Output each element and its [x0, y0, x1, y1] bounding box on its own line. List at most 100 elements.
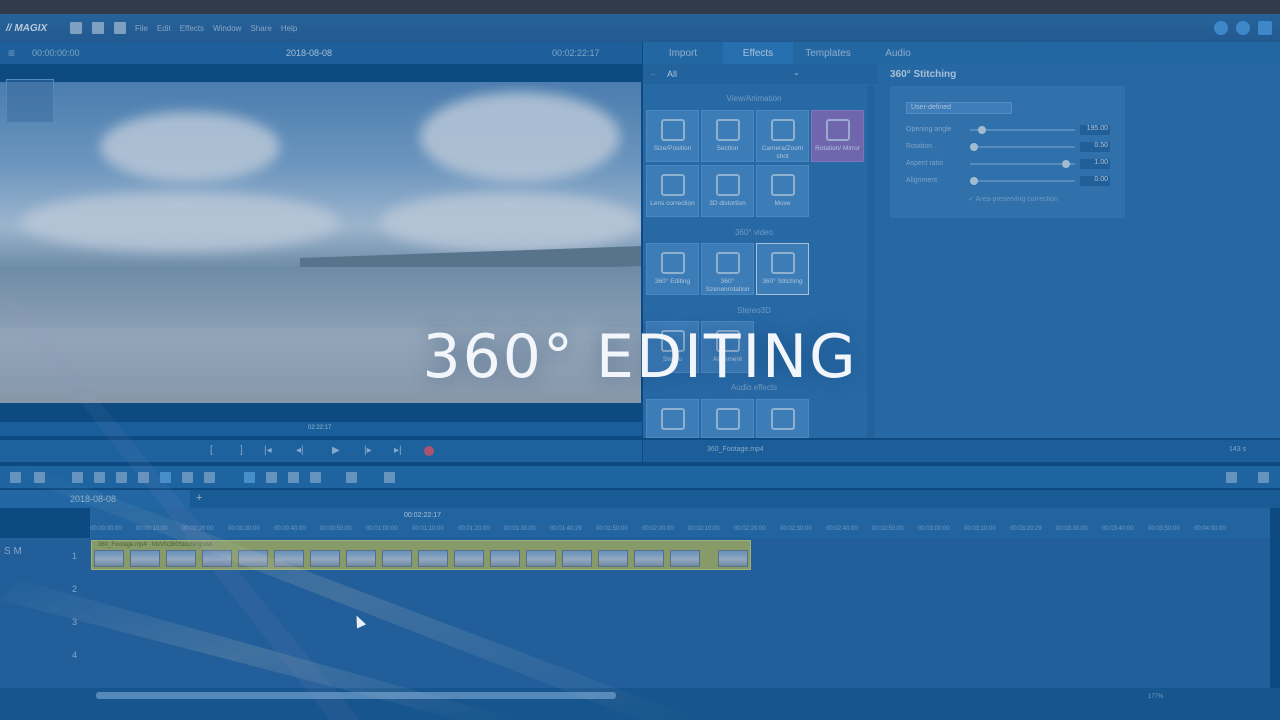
size-position-icon — [660, 119, 685, 141]
track-controls[interactable]: S M — [4, 546, 94, 579]
stretch-tool-icon[interactable] — [310, 472, 321, 483]
effects-filter[interactable]: All — [667, 69, 677, 79]
tab-effects[interactable]: Effects — [723, 42, 793, 64]
menu-effects[interactable]: Effects — [180, 24, 204, 33]
tile-360-scene-rotation[interactable]: 360° Szenenrotation — [701, 243, 754, 295]
360-icon — [660, 252, 685, 274]
360-navigation-pad[interactable] — [6, 79, 54, 123]
effects-filter-bar: ← All ⌄ — [643, 64, 877, 84]
slider-knob[interactable] — [970, 177, 978, 185]
open-folder-icon[interactable] — [92, 22, 104, 34]
menu-help[interactable]: Help — [281, 24, 297, 33]
jump-end-button[interactable]: ▸| — [394, 445, 402, 456]
timeline-tab[interactable]: 2018-08-08 — [0, 490, 190, 508]
scrub-bar[interactable]: 02:22:17 — [0, 422, 642, 436]
tile-audio-2[interactable] — [701, 399, 754, 438]
menu-bar: // MAGIX File Edit Effects Window Share … — [0, 14, 1280, 42]
lens-icon — [660, 174, 685, 196]
playhead-time: 00:02:22:17 — [404, 512, 441, 519]
volume-icon[interactable] — [1226, 472, 1237, 483]
alignment-slider[interactable] — [970, 180, 1075, 182]
slider-knob[interactable] — [970, 143, 978, 151]
param-value[interactable]: 0.00 — [1080, 176, 1110, 186]
tile-audio-3[interactable] — [756, 399, 809, 438]
mark-out-button[interactable]: ] — [240, 445, 243, 456]
next-marker-button[interactable]: |▸ — [364, 445, 372, 456]
menu-file[interactable]: File — [135, 24, 148, 33]
crop-icon — [715, 119, 740, 141]
timeline-scrollbar[interactable] — [96, 692, 616, 699]
insert-icon[interactable] — [384, 472, 395, 483]
globe-icon[interactable] — [1236, 21, 1250, 35]
param-value[interactable]: 1.00 — [1080, 159, 1110, 169]
ruler-tick: 00:00:50:00 — [320, 526, 352, 532]
save-icon[interactable] — [114, 22, 126, 34]
mark-in-button[interactable]: [ — [210, 445, 213, 456]
trim-tool-icon[interactable] — [266, 472, 277, 483]
cut-icon[interactable] — [346, 472, 357, 483]
tile-360-stitching[interactable]: 360° Stitching — [756, 243, 809, 295]
aspect-ratio-slider[interactable] — [970, 163, 1075, 165]
group-icon[interactable] — [138, 472, 149, 483]
timecode-start: 00:00:00:00 — [32, 48, 80, 58]
ruler-tick: 00:02:20:00 — [734, 526, 766, 532]
section-view-animation: View/Animation — [726, 94, 782, 103]
back-arrow-icon[interactable]: ← — [649, 68, 658, 78]
rotation-slider[interactable] — [970, 146, 1075, 148]
tile-camera-zoom[interactable]: Camera/Zoom shot — [756, 110, 809, 162]
ripple-tool-icon[interactable] — [288, 472, 299, 483]
undo-icon[interactable] — [10, 472, 21, 483]
tab-templates[interactable]: Templates — [793, 42, 863, 64]
hamburger-icon[interactable]: ≡ — [8, 46, 15, 60]
new-file-icon[interactable] — [70, 22, 82, 34]
tile-360-editing[interactable]: 360° Editing — [646, 243, 699, 295]
ruler-tick: 00:01:20:00 — [458, 526, 490, 532]
prev-marker-button[interactable]: ◂| — [296, 445, 304, 456]
mixer-icon[interactable] — [1258, 472, 1269, 483]
unlink-icon[interactable] — [204, 472, 215, 483]
slider-knob[interactable] — [978, 126, 986, 134]
ruler-tick: 00:01:00:00 — [366, 526, 398, 532]
tile-move[interactable]: Move — [756, 165, 809, 217]
param-value[interactable]: 0.50 — [1080, 142, 1110, 152]
pointer-tool-icon[interactable] — [244, 472, 255, 483]
delete-icon[interactable] — [72, 472, 83, 483]
text-icon[interactable] — [94, 472, 105, 483]
jump-start-button[interactable]: |◂ — [264, 445, 272, 456]
tile-section[interactable]: Section — [701, 110, 754, 162]
tile-lens-correction[interactable]: Lens correction — [646, 165, 699, 217]
section-360-video: 360° video — [735, 228, 773, 237]
zoom-level[interactable]: 177% — [1148, 694, 1163, 700]
timeline-ruler[interactable]: 00:02:22:17 00:00:00:00 00:00:10:00 00:0… — [90, 508, 1270, 538]
param-label: Alignment — [906, 177, 938, 184]
track-number: 3 — [72, 617, 78, 627]
add-tab-icon[interactable]: + — [196, 492, 202, 504]
mode-dropdown[interactable]: User-defined — [906, 102, 1012, 114]
ruler-tick: 00:00:30:00 — [228, 526, 260, 532]
tile-size-position[interactable]: Size/Position — [646, 110, 699, 162]
tile-rotation-mirror[interactable]: Rotation/ Mirror — [811, 110, 864, 162]
slider-knob[interactable] — [1062, 160, 1070, 168]
menu-edit[interactable]: Edit — [157, 24, 171, 33]
video-clip[interactable]: 360_Footage.mp4 · MxVfx360Stitching.vsx — [91, 540, 751, 570]
tile-equalizer[interactable] — [646, 399, 699, 438]
section-stereo3d: Stereo3D — [737, 306, 771, 315]
record-icon[interactable] — [424, 446, 434, 456]
chevron-down-icon[interactable]: ⌄ — [793, 68, 800, 77]
tab-import[interactable]: Import — [643, 42, 723, 64]
timecode-end: 00:02:22:17 — [552, 48, 600, 58]
param-value[interactable]: 195.00 — [1080, 125, 1110, 135]
tile-3d-distortion[interactable]: 3D distortion — [701, 165, 754, 217]
marker-icon[interactable] — [116, 472, 127, 483]
snap-icon[interactable] — [160, 472, 171, 483]
link-icon[interactable] — [182, 472, 193, 483]
tab-audio[interactable]: Audio — [863, 42, 933, 64]
play-button[interactable]: ▶ — [332, 445, 340, 456]
community-icon[interactable] — [1214, 21, 1228, 35]
upload-icon[interactable] — [1258, 21, 1272, 35]
redo-icon[interactable] — [34, 472, 45, 483]
area-preserving-checkbox[interactable]: ✓ Area-preserving correction — [968, 195, 1058, 203]
antenna-icon — [715, 408, 740, 430]
menu-window[interactable]: Window — [213, 24, 241, 33]
menu-share[interactable]: Share — [250, 24, 271, 33]
